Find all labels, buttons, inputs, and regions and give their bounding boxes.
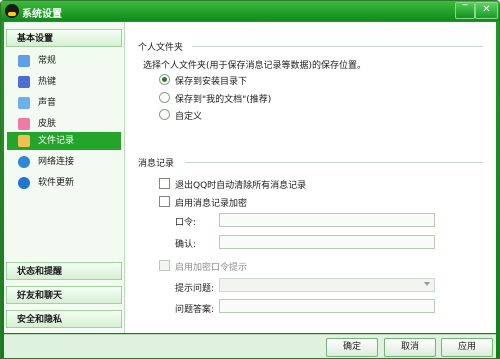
confirm-label: 确认: (175, 240, 197, 250)
settings-window: 系统设置 ‾ ✕ 基本设置 常规 热键 声音 皮肤 文件记录 网络连接 软件更新… (0, 0, 500, 359)
sidebar-item-label: 声音 (38, 98, 57, 108)
save-install-dir-label: 保存到安装目录下 (175, 77, 248, 87)
cancel-button[interactable]: 取消 (384, 338, 436, 357)
hint-question-label: 提示问题: (175, 284, 215, 294)
sound-icon (18, 97, 30, 109)
hint-question-select[interactable] (219, 278, 435, 292)
sidebar-item-label: 热键 (38, 77, 57, 87)
password-label: 口令: (175, 218, 197, 228)
enable-hint-label: 启用加密口令提示 (175, 263, 248, 273)
password-field[interactable] (219, 213, 435, 227)
sidebar-item-update[interactable]: 软件更新 (7, 174, 121, 192)
enable-hint-checkbox[interactable] (159, 260, 170, 271)
sidebar-item-skin[interactable]: 皮肤 (7, 115, 121, 133)
ok-button[interactable]: 确定 (326, 338, 378, 357)
sidebar-item-network[interactable]: 网络连接 (7, 153, 121, 171)
qq-penguin-icon (5, 4, 19, 18)
window-title: 系统设置 (22, 9, 62, 20)
sidebar-item-label: 皮肤 (38, 119, 57, 129)
sidebar-header-status[interactable]: 状态和提醒 (6, 262, 122, 280)
sidebar: 基本设置 常规 热键 声音 皮肤 文件记录 网络连接 软件更新 状态和提醒 好友… (4, 22, 125, 333)
sidebar-item-hotkey[interactable]: 热键 (7, 73, 121, 91)
section-divider (185, 162, 483, 163)
sidebar-item-label: 常规 (38, 56, 57, 66)
button-bar: 确定 取消 应用 (4, 334, 496, 358)
save-my-documents-radio[interactable] (159, 92, 170, 103)
hint-answer-label: 问题答案: (175, 305, 215, 315)
custom-location-radio[interactable] (159, 109, 170, 120)
save-install-dir-radio[interactable] (159, 74, 170, 85)
hotkey-icon (18, 76, 30, 88)
save-my-documents-label: 保存到"我的文档"(推荐) (175, 95, 272, 105)
content-area: 基本设置 常规 热键 声音 皮肤 文件记录 网络连接 软件更新 状态和提醒 好友… (4, 22, 496, 333)
main-panel: 个人文件夹 选择个人文件夹(用于保存消息记录等数据)的保存位置。 保存到安装目录… (125, 22, 496, 333)
update-icon (18, 177, 30, 189)
personal-folder-title: 个人文件夹 (138, 43, 184, 53)
sidebar-item-label: 网络连接 (38, 157, 75, 167)
custom-location-label: 自定义 (175, 112, 203, 122)
general-icon (18, 55, 30, 67)
sidebar-item-label: 软件更新 (38, 178, 75, 188)
enable-encrypt-checkbox[interactable] (159, 196, 170, 207)
skin-icon (18, 118, 30, 130)
personal-folder-description: 选择个人文件夹(用于保存消息记录等数据)的保存位置。 (143, 61, 367, 71)
sidebar-item-label: 文件记录 (38, 136, 75, 146)
message-record-title: 消息记录 (138, 159, 175, 169)
apply-button[interactable]: 应用 (441, 338, 493, 357)
network-icon (18, 156, 30, 168)
title-bar: 系统设置 ‾ ✕ (1, 1, 499, 21)
clear-on-exit-checkbox[interactable] (159, 178, 170, 189)
section-divider (192, 46, 483, 47)
chevron-down-icon (424, 282, 430, 286)
hint-answer-field[interactable] (219, 299, 435, 313)
minimize-button[interactable]: ‾ (455, 2, 475, 19)
sidebar-item-general[interactable]: 常规 (7, 52, 121, 70)
sidebar-item-sound[interactable]: 声音 (7, 94, 121, 112)
sidebar-header-basic[interactable]: 基本设置 (6, 29, 122, 47)
confirm-password-field[interactable] (219, 235, 435, 249)
sidebar-header-friends[interactable]: 好友和聊天 (6, 286, 122, 304)
enable-encrypt-label: 启用消息记录加密 (175, 199, 248, 209)
clear-on-exit-label: 退出QQ时自动清除所有消息记录 (175, 181, 307, 191)
close-button[interactable]: ✕ (475, 2, 498, 19)
sidebar-item-file-record[interactable]: 文件记录 (7, 132, 121, 150)
folder-icon (18, 135, 30, 147)
sidebar-header-security[interactable]: 安全和隐私 (6, 310, 122, 328)
